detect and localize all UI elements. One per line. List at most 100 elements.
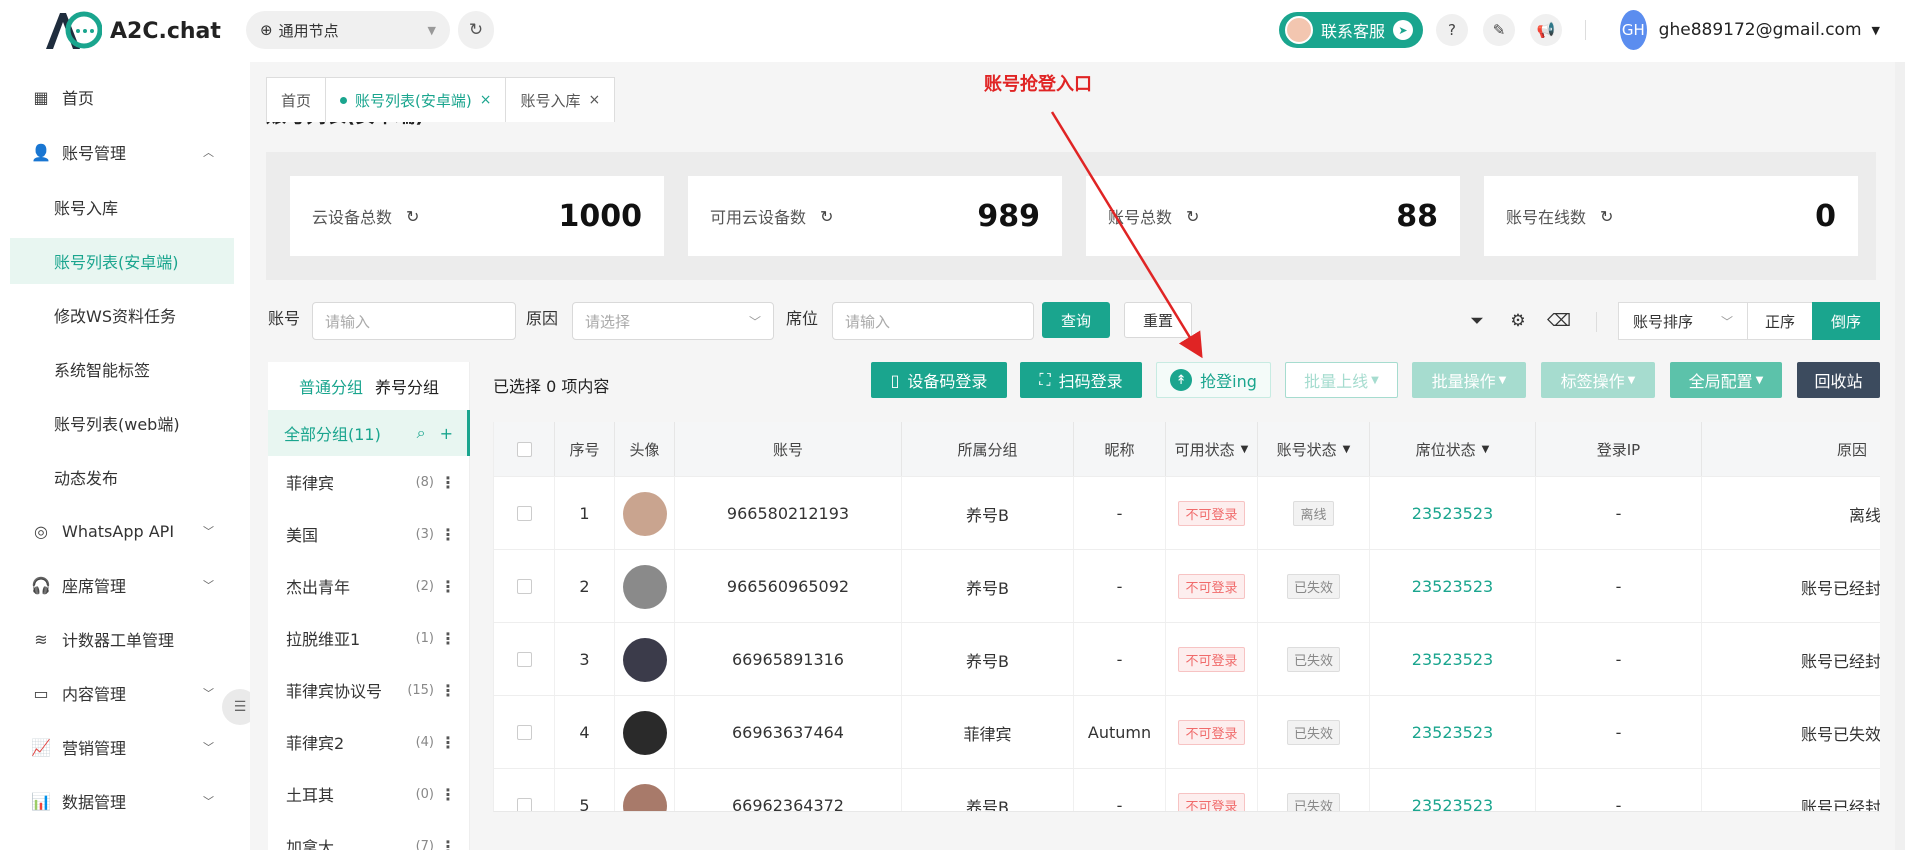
table-row[interactable]: 1 966580212193 养号B - 不可登录 离线 23523523 - 离线 xyxy=(494,476,1880,550)
sidebar-item-content-mgmt[interactable]: ▭ 内容管理 ﹀ xyxy=(10,670,234,716)
table-row[interactable]: 4 66963637464 菲律宾 Autumn 不可登录 已失效 23523523 - 账号已… xyxy=(494,695,1880,769)
contact-support-button[interactable]: 联系客服 ➤ xyxy=(1279,12,1423,48)
sidebar-item-account-import[interactable]: 账号入库 xyxy=(10,184,234,230)
sidebar-item-whatsapp-api[interactable]: ◎ WhatsApp API ﹀ xyxy=(10,508,234,554)
reset-button[interactable]: 重置 xyxy=(1124,302,1192,338)
sidebar-item-post-dynamic[interactable]: 动态发布 xyxy=(10,454,234,500)
sort-desc-button[interactable]: 倒序 xyxy=(1812,302,1880,340)
node-select[interactable]: ⊕ 通用节点 ▼ xyxy=(246,11,450,49)
search-icon[interactable]: ⌕ xyxy=(417,423,426,443)
user-email: ghe889172@gmail.com xyxy=(1658,20,1862,40)
refresh-icon[interactable]: ↻ xyxy=(1600,207,1613,226)
row-checkbox[interactable] xyxy=(516,798,532,811)
more-vertical-icon[interactable]: ⋮ xyxy=(440,785,456,804)
grab-login-button[interactable]: ↟ 抢登ing xyxy=(1156,362,1271,398)
table-row[interactable]: 3 66965891316 养号B - 不可登录 已失效 23523523 - 账号已经封 xyxy=(494,622,1880,696)
sidebar-item-home[interactable]: ▦ 首页 xyxy=(10,74,234,120)
gear-icon[interactable]: ⚙ xyxy=(1505,308,1531,334)
select-all-checkbox[interactable] xyxy=(516,441,532,457)
group-item[interactable]: 土耳其 (0) ⋮ xyxy=(268,768,470,820)
scrollbar[interactable] xyxy=(1895,62,1905,850)
select-all-cell[interactable] xyxy=(494,422,555,476)
clear-filter-icon[interactable]: ⌫ xyxy=(1546,308,1572,334)
refresh-icon[interactable]: ↻ xyxy=(406,207,419,226)
seat-link[interactable]: 23523523 xyxy=(1412,504,1493,523)
brand-logo[interactable]: A2C.chat xyxy=(44,9,254,53)
col-header-sortable[interactable]: 席位状态 ▼ xyxy=(1370,422,1536,476)
tab-label: 账号列表(安卓端) xyxy=(355,91,472,110)
announcement-button[interactable]: 📢 xyxy=(1530,14,1562,46)
row-checkbox[interactable] xyxy=(516,725,532,740)
add-icon[interactable]: + xyxy=(440,424,453,443)
help-button[interactable]: ? xyxy=(1436,14,1468,46)
group-item[interactable]: 菲律宾协议号 (15) ⋮ xyxy=(268,664,470,716)
sidebar-item-marketing-mgmt[interactable]: 📈 营销管理 ﹀ xyxy=(10,724,234,770)
more-vertical-icon[interactable]: ⋮ xyxy=(440,525,456,544)
col-header-sortable[interactable]: 账号状态 ▼ xyxy=(1258,422,1370,476)
tab-home[interactable]: 首页 xyxy=(266,77,327,122)
seat-link[interactable]: 23523523 xyxy=(1412,577,1493,596)
more-vertical-icon[interactable]: ⋮ xyxy=(440,629,456,648)
account-number: 966580212193 xyxy=(726,504,850,523)
reason-select[interactable]: 请选择 ﹀ xyxy=(572,302,774,340)
refresh-node-button[interactable]: ↻ xyxy=(458,11,494,49)
table-row[interactable]: 5 66962364372 养号B - 不可登录 已失效 23523523 - 账号已经封 xyxy=(494,768,1880,811)
filter-icon[interactable]: ⏷ xyxy=(1464,308,1490,334)
sort-asc-button[interactable]: 正序 xyxy=(1747,302,1813,340)
col-header-sortable[interactable]: 可用状态 ▼ xyxy=(1166,422,1258,476)
scan-login-button[interactable]: ⛶ 扫码登录 xyxy=(1020,362,1142,398)
sidebar-item-seat-mgmt[interactable]: 🎧 座席管理 ﹀ xyxy=(10,562,234,608)
group-item[interactable]: 菲律宾2 (4) ⋮ xyxy=(268,716,470,768)
sort-select[interactable]: 账号排序 ﹀ xyxy=(1618,302,1748,340)
more-vertical-icon[interactable]: ⋮ xyxy=(440,733,456,752)
chevron-down-icon: ﹀ xyxy=(203,795,214,808)
close-icon[interactable]: × xyxy=(588,92,600,108)
sidebar-item-account-mgmt[interactable]: 👤 账号管理 ︿ xyxy=(10,129,234,175)
account-search-input[interactable]: 请输入 xyxy=(312,302,516,340)
row-checkbox[interactable] xyxy=(516,579,532,594)
sidebar-item-data-mgmt[interactable]: 📊 数据管理 ﹀ xyxy=(10,778,234,824)
recycle-bin-button[interactable]: 回收站 xyxy=(1797,362,1880,398)
batch-online-button[interactable]: 批量上线 ▼ xyxy=(1285,362,1398,398)
refresh-icon[interactable]: ↻ xyxy=(820,207,833,226)
group-item[interactable]: 菲律宾 (8) ⋮ xyxy=(268,456,470,508)
seat-search-input[interactable]: 请输入 xyxy=(832,302,1034,340)
close-icon[interactable]: × xyxy=(480,92,492,108)
reason-cell: 离线 xyxy=(1702,477,1880,550)
group-item[interactable]: 拉脱维亚1 (1) ⋮ xyxy=(268,612,470,664)
tag-ops-button[interactable]: 标签操作 ▼ xyxy=(1541,362,1655,398)
refresh-icon[interactable]: ↻ xyxy=(1186,207,1199,226)
seat-link[interactable]: 23523523 xyxy=(1412,723,1493,742)
sidebar-item-account-list-web[interactable]: 账号列表(web端) xyxy=(10,400,234,446)
more-vertical-icon[interactable]: ⋮ xyxy=(440,837,456,850)
tab-normal-groups[interactable]: 普通分组 xyxy=(299,374,363,398)
group-item[interactable]: 美国 (3) ⋮ xyxy=(268,508,470,560)
row-checkbox[interactable] xyxy=(516,506,532,521)
seat-link[interactable]: 23523523 xyxy=(1412,650,1493,669)
avatar-cell xyxy=(615,550,675,623)
group-all[interactable]: 全部分组(11) ⌕ + xyxy=(268,410,470,456)
tab-account-import[interactable]: 账号入库 × xyxy=(505,77,616,122)
sidebar-item-ws-profile-task[interactable]: 修改WS资料任务 xyxy=(10,292,234,338)
notes-button[interactable]: ✎ xyxy=(1483,14,1515,46)
telegram-icon: ➤ xyxy=(1393,20,1414,40)
reason-cell: 账号已失效 xyxy=(1702,696,1880,769)
row-checkbox[interactable] xyxy=(516,652,532,667)
more-vertical-icon[interactable]: ⋮ xyxy=(440,473,456,492)
global-config-button[interactable]: 全局配置 ▼ xyxy=(1670,362,1782,398)
more-vertical-icon[interactable]: ⋮ xyxy=(440,681,456,700)
query-button[interactable]: 查询 xyxy=(1042,302,1110,338)
tab-nurture-groups[interactable]: 养号分组 xyxy=(375,374,439,398)
user-menu[interactable]: GH ghe889172@gmail.com ▼ xyxy=(1620,10,1880,50)
batch-ops-button[interactable]: 批量操作 ▼ xyxy=(1412,362,1526,398)
more-vertical-icon[interactable]: ⋮ xyxy=(440,577,456,596)
group-item[interactable]: 加拿大 (7) ⋮ xyxy=(268,820,470,850)
sidebar-item-counter-orders[interactable]: ≋ 计数器工单管理 xyxy=(10,616,234,662)
device-code-login-button[interactable]: ▯ 设备码登录 xyxy=(871,362,1007,398)
sidebar-item-account-list-android[interactable]: 账号列表(安卓端) xyxy=(10,238,234,284)
sidebar-item-smart-tags[interactable]: 系统智能标签 xyxy=(10,346,234,392)
table-row[interactable]: 2 966560965092 养号B - 不可登录 已失效 23523523 - 账号已经封 xyxy=(494,549,1880,623)
group-item[interactable]: 杰出青年 (2) ⋮ xyxy=(268,560,470,612)
seat-link[interactable]: 23523523 xyxy=(1412,796,1493,811)
tab-account-list-android[interactable]: 账号列表(安卓端) × xyxy=(325,77,507,122)
